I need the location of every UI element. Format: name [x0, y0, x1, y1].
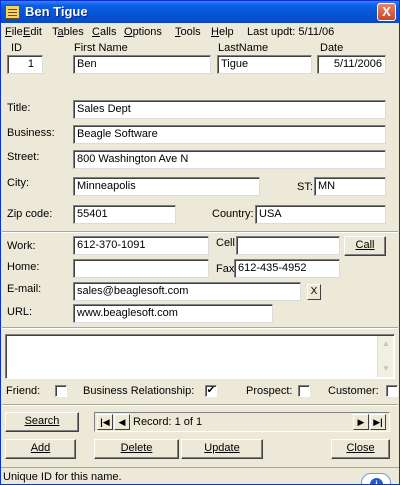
- menu-calls[interactable]: Calls: [92, 26, 116, 38]
- cell-phone-field[interactable]: [236, 236, 340, 255]
- status-text: Unique ID for this name.: [3, 471, 122, 483]
- delete-button[interactable]: Delete: [94, 439, 179, 459]
- prospect-checkbox[interactable]: [298, 385, 310, 397]
- customer-checkbox[interactable]: [386, 385, 398, 397]
- first-record-button[interactable]: |◀: [97, 414, 113, 430]
- section-divider: [2, 404, 398, 406]
- status-bar: Unique ID for this name. i: [1, 467, 399, 484]
- email-field[interactable]: sales@beaglesoft.com: [73, 282, 301, 301]
- close-button[interactable]: Close: [331, 439, 390, 459]
- business-relationship-checkbox[interactable]: ✔: [205, 385, 217, 397]
- menu-file[interactable]: File: [5, 26, 23, 38]
- city-label: City:: [7, 177, 29, 189]
- street-field[interactable]: 800 Washington Ave N: [73, 150, 386, 169]
- notes-textarea[interactable]: ▲ ▼: [5, 334, 395, 379]
- title-bar[interactable]: Ben Tigue X: [1, 1, 399, 23]
- url-field[interactable]: www.beaglesoft.com: [73, 304, 273, 323]
- first-name-label: First Name: [74, 42, 128, 54]
- info-balloon[interactable]: i: [361, 473, 391, 484]
- last-update-text: Last updt: 5/11/06: [247, 26, 335, 38]
- url-label: URL:: [7, 306, 33, 318]
- id-field[interactable]: 1: [7, 55, 43, 74]
- country-label: Country:: [212, 208, 254, 220]
- home-label: Home:: [7, 261, 40, 273]
- notes-scrollbar[interactable]: ▲ ▼: [377, 336, 393, 377]
- state-field[interactable]: MN: [314, 177, 386, 196]
- section-divider: [2, 231, 398, 233]
- street-label: Street:: [7, 151, 40, 163]
- title-field[interactable]: Sales Dept: [73, 100, 386, 119]
- record-position: Record: 1 of 1: [133, 416, 203, 428]
- zip-label: Zip code:: [7, 208, 53, 220]
- email-label: E-mail:: [7, 283, 42, 295]
- email-clear-button[interactable]: X: [307, 284, 321, 300]
- date-field[interactable]: 5/11/2006: [317, 55, 386, 74]
- work-phone-field[interactable]: 612-370-1091: [73, 236, 209, 255]
- friend-checkbox[interactable]: [55, 385, 67, 397]
- menu-edit[interactable]: Edit: [23, 26, 42, 38]
- menu-bar: File Edit Tables Calls Options Tools Hel…: [1, 23, 399, 41]
- info-icon: i: [370, 478, 383, 484]
- window-title: Ben Tigue: [25, 4, 88, 19]
- state-label: ST:: [297, 181, 313, 193]
- close-window-button[interactable]: X: [377, 3, 396, 21]
- menu-tables[interactable]: Tables: [52, 26, 84, 38]
- menu-help[interactable]: Help: [211, 26, 234, 38]
- city-field[interactable]: Minneapolis: [73, 177, 260, 196]
- scroll-up-icon[interactable]: ▲: [378, 336, 394, 352]
- work-label: Work:: [7, 240, 36, 252]
- business-relationship-label: Business Relationship:: [83, 385, 195, 397]
- customer-label: Customer:: [328, 385, 379, 397]
- section-divider: [2, 327, 398, 329]
- last-name-label: LastName: [218, 42, 269, 54]
- prospect-label: Prospect:: [246, 385, 293, 397]
- date-label: Date: [320, 42, 344, 54]
- contact-window: Ben Tigue X File Edit Tables Calls Optio…: [0, 0, 400, 485]
- business-field[interactable]: Beagle Software: [73, 125, 386, 144]
- last-record-button[interactable]: ▶|: [370, 414, 386, 430]
- previous-record-button[interactable]: ◀: [114, 414, 130, 430]
- title-label: Title:: [7, 102, 31, 114]
- add-button[interactable]: Add: [5, 439, 76, 459]
- fax-field[interactable]: 612-435-4952: [234, 259, 340, 278]
- search-button[interactable]: Search: [5, 412, 79, 432]
- home-phone-field[interactable]: [73, 259, 209, 278]
- id-label: ID: [11, 42, 22, 54]
- friend-label: Friend:: [6, 385, 41, 397]
- record-navigator: |◀ ◀ Record: 1 of 1 ▶ ▶|: [94, 412, 390, 432]
- call-button[interactable]: Call: [344, 236, 386, 256]
- menu-options[interactable]: Options: [124, 26, 162, 38]
- country-field[interactable]: USA: [255, 205, 386, 224]
- cell-label: Cell:: [216, 237, 239, 249]
- next-record-button[interactable]: ▶: [353, 414, 369, 430]
- app-icon: [5, 5, 20, 19]
- zip-field[interactable]: 55401: [73, 205, 176, 224]
- menu-tools[interactable]: Tools: [175, 26, 201, 38]
- update-button[interactable]: Update: [181, 439, 263, 459]
- business-label: Business:: [7, 127, 55, 139]
- last-name-field[interactable]: Tigue: [217, 55, 312, 74]
- scroll-down-icon[interactable]: ▼: [378, 361, 394, 377]
- first-name-field[interactable]: Ben: [73, 55, 211, 74]
